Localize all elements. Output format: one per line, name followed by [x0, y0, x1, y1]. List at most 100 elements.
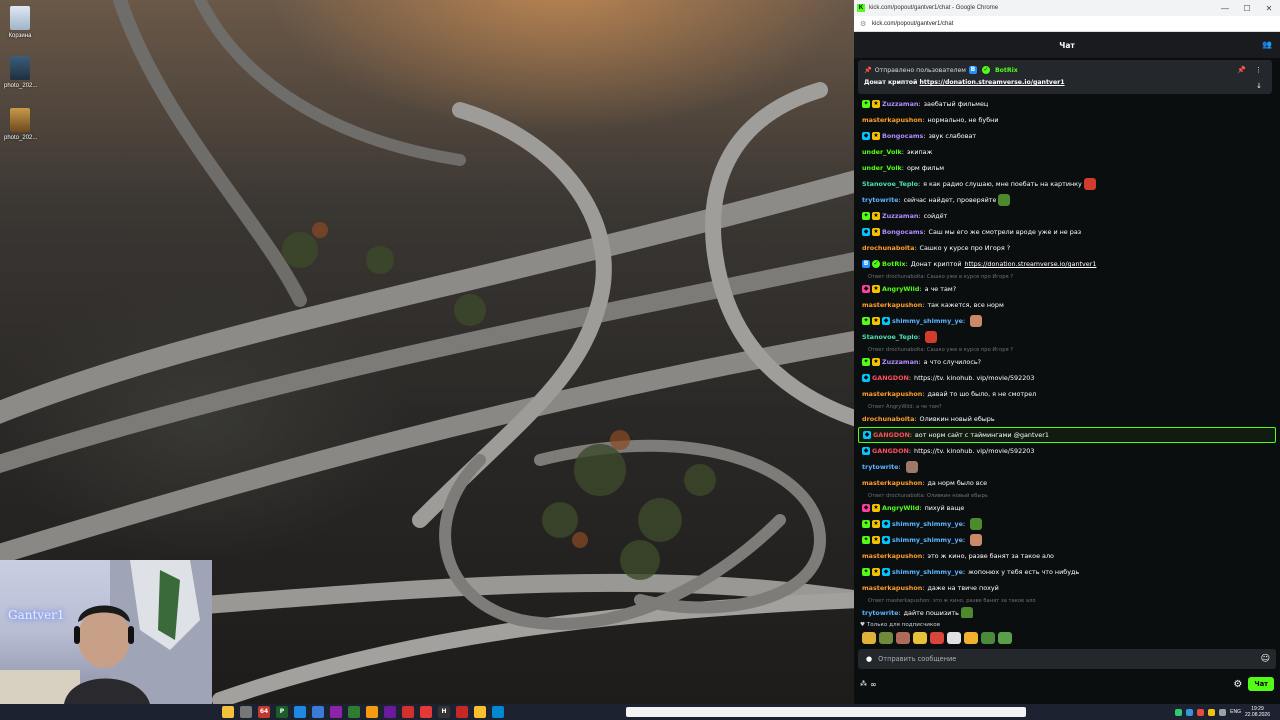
- app-icon-10[interactable]: [384, 706, 396, 718]
- chat-message[interactable]: ✦ ★ Zuzzaman: а что случилось?: [858, 354, 1276, 370]
- chat-message[interactable]: under_Volk: экипаж: [858, 144, 1276, 160]
- chat-username[interactable]: Zuzzaman: [882, 100, 918, 108]
- chat-username[interactable]: shimmy_shimmy_ye: [892, 520, 963, 528]
- desktop-icon-recycle-bin[interactable]: Корзина: [4, 6, 36, 39]
- emote-icon[interactable]: [964, 632, 978, 644]
- emote-icon[interactable]: [913, 632, 927, 644]
- emote-icon[interactable]: [896, 632, 910, 644]
- chrome-icon[interactable]: [420, 706, 432, 718]
- chat-message[interactable]: under_Volk: орм фильм: [858, 160, 1276, 176]
- desktop-icon-photo-1[interactable]: photo_202...: [4, 56, 37, 89]
- clock[interactable]: 19:29 22.08.2026: [1245, 706, 1270, 718]
- chat-username[interactable]: GANGDON: [872, 374, 909, 382]
- chat-message[interactable]: masterkapushon: так кажется, все норм: [858, 297, 1276, 313]
- chat-message[interactable]: trytowrite:: [858, 459, 1276, 475]
- chat-message[interactable]: B ✓ BotRix: Донат криптой https://donation.s…: [858, 256, 1276, 272]
- chat-username[interactable]: AngryWild: [882, 285, 919, 293]
- tray-icon[interactable]: [1208, 708, 1216, 716]
- send-chat-button[interactable]: Чат: [1248, 677, 1274, 691]
- chat-message[interactable]: masterkapushon: да норм было все: [858, 475, 1276, 491]
- chat-username[interactable]: trytowrite: [862, 196, 898, 204]
- chat-message[interactable]: ◆ ★ AngryWild: пихуй ваще: [858, 500, 1276, 516]
- chat-username[interactable]: drochunabolta: [862, 415, 914, 423]
- chat-messages-area[interactable]: 📌 Отправлено пользователем B ✓ BotRix До…: [854, 58, 1280, 618]
- chat-message[interactable]: masterkapushon: даже на твиче похуй: [858, 580, 1276, 596]
- emoji-picker-icon[interactable]: ☺: [1261, 654, 1270, 664]
- chat-message[interactable]: ✦ ★ Zuzzaman: сойдёт: [858, 208, 1276, 224]
- app-icon-16[interactable]: [492, 706, 504, 718]
- minimize-button[interactable]: —: [1214, 4, 1236, 13]
- gear-icon[interactable]: ⚙: [1233, 679, 1242, 690]
- calculator-icon[interactable]: [312, 706, 324, 718]
- chat-message[interactable]: trytowrite: дайте пошизить: [858, 605, 1276, 618]
- emote-icon[interactable]: [981, 632, 995, 644]
- chat-username[interactable]: masterkapushon: [862, 116, 922, 124]
- chat-username[interactable]: masterkapushon: [862, 479, 922, 487]
- chat-username[interactable]: shimmy_shimmy_ye: [892, 317, 963, 325]
- chat-message[interactable]: ✦ ★ ◆ shimmy_shimmy_ye:: [858, 516, 1276, 532]
- chat-username[interactable]: masterkapushon: [862, 584, 922, 592]
- chat-username[interactable]: masterkapushon: [862, 552, 922, 560]
- chat-message[interactable]: ◆ ★ Bongocams: звук слабоват: [858, 128, 1276, 144]
- chat-message[interactable]: ◆ GANGDON: https://tv. kinohub. vip/movie/…: [858, 443, 1276, 459]
- emote-icon[interactable]: [862, 632, 876, 644]
- message-input[interactable]: ● Отправить сообщение ☺: [858, 649, 1276, 669]
- app-icon-14[interactable]: [456, 706, 468, 718]
- pinned-link[interactable]: https://donation.streamverse.io/gantver1: [920, 79, 1065, 86]
- chat-message[interactable]: masterkapushon: давай то шо было, я не см…: [858, 386, 1276, 402]
- chat-username[interactable]: masterkapushon: [862, 390, 922, 398]
- tray-icon[interactable]: [1175, 708, 1183, 716]
- chat-username[interactable]: trytowrite: [862, 609, 898, 617]
- taskbar-search-box[interactable]: [626, 707, 1026, 717]
- file-explorer-icon[interactable]: [222, 706, 234, 718]
- chat-message[interactable]: ✦ ★ ◆ shimmy_shimmy_ye: жопонюх у тебя есть …: [858, 564, 1276, 580]
- maximize-button[interactable]: ☐: [1236, 4, 1258, 13]
- chat-username[interactable]: masterkapushon: [862, 301, 922, 309]
- chat-message[interactable]: drochunabolta: Сашко у курсе про Игоря ?: [858, 240, 1276, 256]
- chat-username[interactable]: Stanovoe_Teplo: [862, 180, 918, 188]
- chat-username[interactable]: trytowrite: [862, 463, 898, 471]
- desktop-icon-photo-2[interactable]: photo_202...: [4, 108, 37, 141]
- more-options-icon[interactable]: ⋮: [1255, 66, 1262, 74]
- chat-users-icon[interactable]: 👥: [1262, 40, 1272, 49]
- app-icon-7[interactable]: [330, 706, 342, 718]
- close-button[interactable]: ✕: [1258, 4, 1280, 13]
- chat-message[interactable]: ◆ GANGDON: https://tv. kinohub. vip/movie/…: [858, 370, 1276, 386]
- chat-username[interactable]: under_Volk: [862, 164, 902, 172]
- chat-username[interactable]: BotRix: [882, 260, 906, 268]
- chat-link[interactable]: https://donation.streamverse.io/gantver1: [965, 260, 1097, 268]
- pin-icon[interactable]: 📌: [1237, 66, 1246, 74]
- chat-message[interactable]: ✦ ★ Zuzzaman: заебатый фильмец: [858, 96, 1276, 112]
- emote-icon[interactable]: [879, 632, 893, 644]
- chat-username[interactable]: GANGDON: [873, 431, 910, 439]
- emote-icon[interactable]: [947, 632, 961, 644]
- chat-message[interactable]: masterkapushon: нормально, не бубни: [858, 112, 1276, 128]
- chat-message[interactable]: ◆ GANGDON: вот норм сайт с таймингами @gan…: [858, 427, 1276, 443]
- url-text[interactable]: kick.com/popout/gantver1/chat: [872, 21, 953, 27]
- chat-message[interactable]: ✦ ★ ◆ shimmy_shimmy_ye:: [858, 313, 1276, 329]
- chat-message[interactable]: ✦ ★ ◆ shimmy_shimmy_ye:: [858, 532, 1276, 548]
- app-64-icon[interactable]: 64: [258, 706, 270, 718]
- app-icon-11[interactable]: [402, 706, 414, 718]
- chat-username[interactable]: drochunabolta: [862, 244, 914, 252]
- edge-icon[interactable]: [294, 706, 306, 718]
- chat-message[interactable]: Stanovoe_Teplo: я как радио слушаю, мне п…: [858, 176, 1276, 192]
- emote-icon[interactable]: [998, 632, 1012, 644]
- emote-icon[interactable]: [930, 632, 944, 644]
- chrome-icon-2[interactable]: [474, 706, 486, 718]
- tray-icon[interactable]: [1186, 708, 1194, 716]
- points-icon[interactable]: ⁂: [860, 680, 867, 688]
- app-h-icon[interactable]: H: [438, 706, 450, 718]
- chat-username[interactable]: Zuzzaman: [882, 212, 918, 220]
- tray-icon[interactable]: [1219, 708, 1227, 716]
- app-icon-9[interactable]: [366, 706, 378, 718]
- chat-message[interactable]: drochunabolta: Оливкин новый ебырь: [858, 411, 1276, 427]
- chat-username[interactable]: under_Volk: [862, 148, 902, 156]
- chat-message[interactable]: ◆ ★ Bongocams: Саш мы его же смотрели вроде…: [858, 224, 1276, 240]
- chat-username[interactable]: Bongocams: [882, 132, 923, 140]
- site-info-icon[interactable]: ⚙: [860, 20, 868, 28]
- app-icon-8[interactable]: [348, 706, 360, 718]
- chat-message[interactable]: ◆ ★ AngryWild: а че там?: [858, 281, 1276, 297]
- chat-message[interactable]: Stanovoe_Teplo:: [858, 329, 1276, 345]
- chat-username[interactable]: GANGDON: [872, 447, 909, 455]
